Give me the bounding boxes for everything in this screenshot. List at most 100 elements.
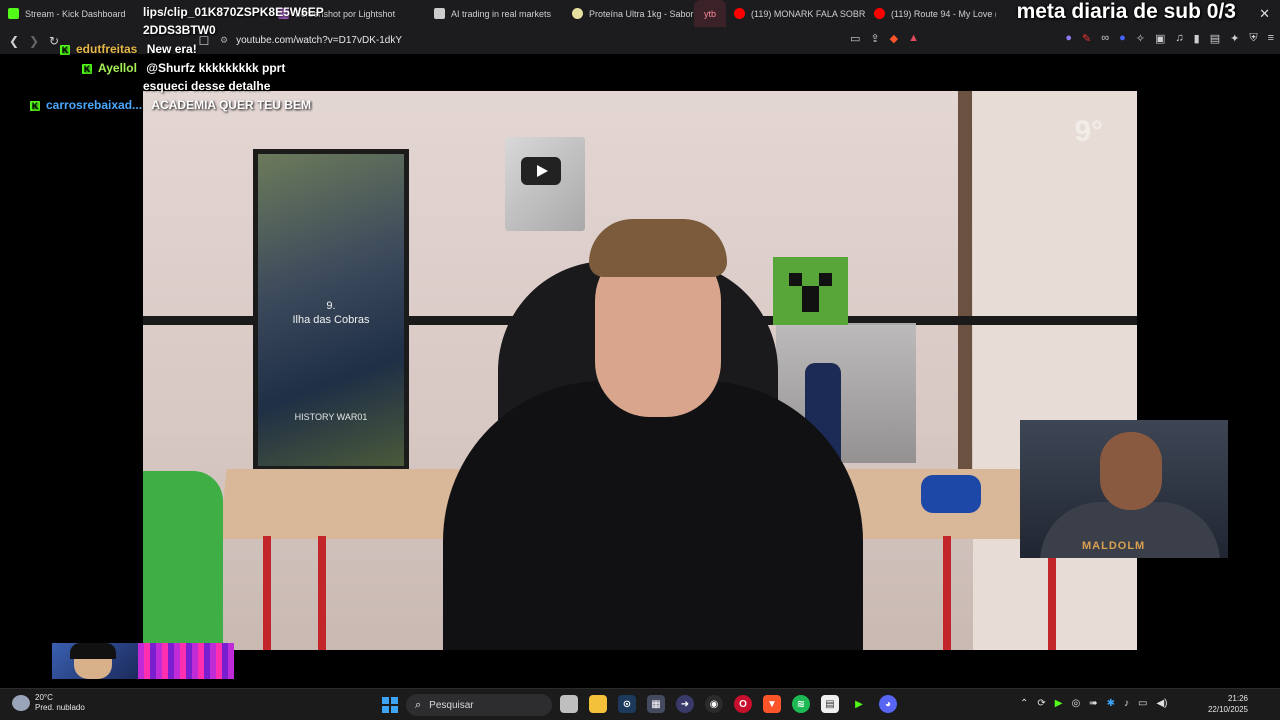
chat-text: esqueci desse detalhe [143, 79, 271, 93]
task-view-icon[interactable] [560, 695, 578, 713]
tab-monark[interactable]: (119) MONARK FALA SOBRE [726, 0, 866, 27]
video-player[interactable]: 9. Ilha das Cobras HISTORY WAR01 9° [143, 91, 1137, 650]
tab-group-ytb[interactable]: ytb [694, 0, 726, 27]
tray-arrow-icon[interactable]: ➠ [1089, 698, 1097, 709]
tab-kick-dashboard[interactable]: Stream - Kick Dashboard [0, 0, 130, 27]
chat-message: 2DDS3BTW0 [143, 23, 216, 37]
screenshot-icon[interactable]: ▣ [1155, 32, 1165, 45]
bluetooth-icon[interactable]: ✱ [1107, 698, 1115, 709]
taskbar-search[interactable]: ⌕ Pesquisar [406, 694, 552, 716]
chat-text: ACADEMIA QUER TEU BEM [151, 98, 311, 112]
tab-title: AI trading in real markets [451, 8, 552, 19]
tab-title: (119) Route 94 - My Love (O [891, 8, 996, 19]
kick-app-icon[interactable]: ▶ [850, 695, 868, 713]
arrow-app-icon[interactable]: ➜ [676, 695, 694, 713]
tray-app-icon[interactable]: ◎ [1071, 698, 1080, 709]
taskbar-clock[interactable]: 21:26 22/10/2025 [1208, 693, 1248, 715]
alert-animation [138, 643, 234, 679]
tray-expand-icon[interactable]: ⌃ [1020, 698, 1028, 709]
app-icon[interactable]: ▦ [647, 695, 665, 713]
clock-time: 21:26 [1227, 694, 1248, 703]
kick-badge-icon: K [60, 45, 70, 55]
media-icon[interactable]: ♫ [1175, 32, 1183, 45]
kick-badge-icon: K [30, 101, 40, 111]
discord-icon[interactable]: ◕ [879, 695, 897, 713]
weather-widget[interactable]: 20°C Pred. nublado [12, 693, 85, 713]
weather-description: Pred. nublado [35, 703, 85, 712]
brave-icon[interactable]: ▼ [763, 695, 781, 713]
wallet-icon[interactable]: ▤ [1210, 32, 1220, 45]
search-icon: ⌕ [415, 698, 422, 711]
sidebar-icon[interactable]: ▮ [1194, 32, 1200, 45]
tab-ai-trading[interactable]: AI trading in real markets [426, 0, 564, 27]
close-icon[interactable]: ✕ [1259, 6, 1270, 22]
youtube-play-button-plaque [505, 137, 585, 231]
video-wooden-post [958, 91, 972, 491]
desk-leg [318, 536, 326, 650]
sync-icon[interactable]: ⟳ [1037, 698, 1045, 709]
url-text: youtube.com/watch?v=D17vDK-1dkY [236, 35, 402, 46]
chat-text: lips/clip_01K870ZSPK8E5W6EP [143, 5, 324, 19]
cloud-icon [12, 695, 30, 711]
chat-message: lips/clip_01K870ZSPK8E5W6EP [143, 5, 324, 19]
install-icon[interactable]: ▭ [850, 32, 860, 45]
page-icon [434, 8, 445, 19]
tab-route94[interactable]: (119) Route 94 - My Love (O [866, 0, 996, 27]
presenter-body [443, 381, 863, 650]
volume-icon[interactable]: ◀) [1156, 698, 1167, 709]
back-button[interactable]: ❮ [4, 34, 24, 48]
clock-date: 22/10/2025 [1207, 705, 1248, 714]
shop-icon [572, 8, 583, 19]
windows-taskbar: 20°C Pred. nublado ⌕ Pesquisar ⊙ ▦ ➜ ◉ O… [0, 688, 1280, 720]
channel-watermark: 9° [1074, 115, 1103, 148]
brave-rewards-icon[interactable]: ▲ [908, 32, 919, 45]
kick-tray-icon[interactable]: ▶ [1055, 698, 1063, 709]
spotify-icon[interactable]: ≋ [792, 695, 810, 713]
brave-shield-icon[interactable]: ◆ [890, 32, 898, 45]
extension-icon[interactable]: ● [1065, 32, 1072, 45]
creeper-box [773, 257, 848, 325]
chat-message: Kedutfreitas New era! [60, 42, 197, 56]
notepad-icon[interactable]: ▤ [821, 695, 839, 713]
pinned-apps: ⊙ ▦ ➜ ◉ O ▼ ≋ ▤ ▶ ◕ [560, 695, 897, 713]
chat-username[interactable]: carrosrebaixad... [46, 98, 142, 112]
tab-title: Proteína Ultra 1kg - Sabor M [589, 8, 694, 19]
youtube-icon [874, 8, 885, 19]
vpn-icon[interactable]: ⛨ [1249, 32, 1257, 45]
chat-text: New era! [146, 42, 197, 56]
steam-icon[interactable]: ⊙ [618, 695, 636, 713]
emote-image [52, 643, 138, 679]
chat-text: @Shurfz kkkkkkkkk pprt [146, 61, 286, 75]
obs-icon[interactable]: ◉ [705, 695, 723, 713]
desk-leg [943, 536, 951, 650]
menu-icon[interactable]: ≡ [1268, 32, 1274, 45]
network-icon[interactable]: ▭ [1138, 698, 1147, 709]
chat-username[interactable]: Ayellol [98, 61, 137, 75]
opera-icon[interactable]: O [734, 695, 752, 713]
microphone-icon[interactable]: ♪ [1124, 698, 1129, 709]
address-bar[interactable]: ⚙ youtube.com/watch?v=D17vDK-1dkY [220, 30, 940, 51]
streamer-head [1100, 432, 1162, 510]
blue-telephone [921, 475, 981, 513]
forward-button[interactable]: ❯ [24, 34, 44, 48]
weather-temperature: 20°C [35, 693, 53, 702]
vertical-tv: 9. Ilha das Cobras HISTORY WAR01 [253, 149, 409, 471]
chat-username[interactable]: edutfreitas [76, 42, 137, 56]
chat-message: esqueci desse detalhe [143, 79, 270, 93]
chat-message: K Ayellol @Shurfz kkkkkkkkk pprt [82, 61, 285, 75]
extension-icon[interactable]: ✎ [1082, 32, 1091, 45]
extension-icon[interactable]: ∞ [1101, 32, 1109, 45]
chat-text: 2DDS3BTW0 [143, 23, 216, 37]
leo-ai-icon[interactable]: ✦ [1230, 32, 1239, 45]
streamer-facecam: MALDOLM [1020, 420, 1228, 558]
extension-icon[interactable]: ● [1119, 32, 1126, 45]
tv-caption-source: HISTORY WAR01 [294, 412, 368, 422]
extensions-puzzle-icon[interactable]: ✧ [1136, 32, 1145, 45]
tab-proteina[interactable]: Proteína Ultra 1kg - Sabor M [564, 0, 694, 27]
tab-group-label: ytb [703, 8, 716, 19]
file-explorer-icon[interactable] [589, 695, 607, 713]
share-icon[interactable]: ⇪ [870, 32, 879, 45]
windows-start-icon[interactable] [382, 697, 398, 713]
sub-goal-overlay: meta diaria de sub 0/3 [1016, 0, 1236, 23]
site-info-icon[interactable]: ⚙ [220, 35, 228, 46]
